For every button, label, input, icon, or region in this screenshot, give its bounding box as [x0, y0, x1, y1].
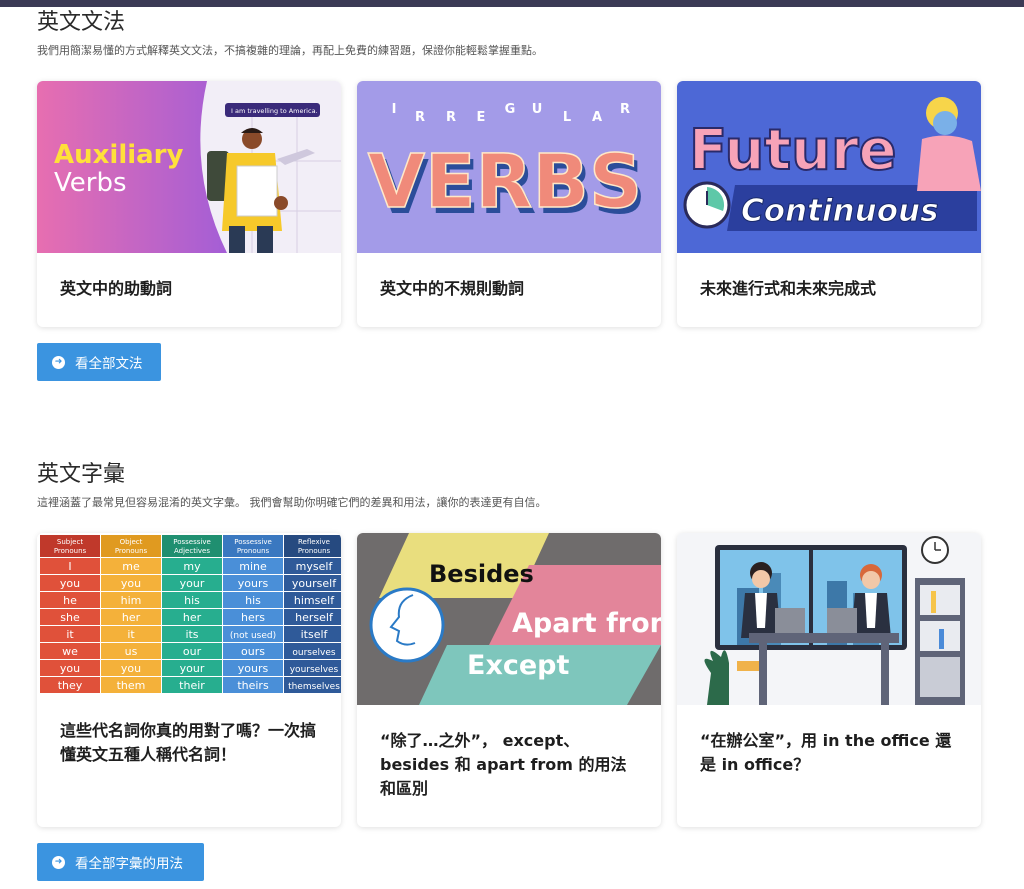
arrow-circle-right-icon: ➜ [52, 855, 65, 869]
table-header-text: Pronouns [115, 547, 148, 555]
table-cell-text: their [179, 679, 205, 692]
table-cell-text: his [184, 594, 200, 607]
table-cell-text: themselves [288, 682, 340, 692]
table-cell-text: yours [238, 577, 269, 590]
grammar-card-auxiliary-verbs[interactable]: Auxiliary Verbs I am travelling to Ameri… [37, 81, 341, 327]
view-all-vocab-button[interactable]: ➜ 看全部字彙的用法 [37, 843, 204, 881]
table-cell-text: ourselves [292, 648, 336, 658]
table-cell-text: yourselves [290, 665, 339, 675]
table-cell-text: he [63, 594, 77, 607]
table-cell-text: yours [238, 662, 269, 675]
speech-bubble: I am travelling to America. [231, 107, 318, 115]
thumb-word: VERBS [368, 139, 643, 225]
button-label: 看全部字彙的用法 [75, 856, 183, 872]
table-header-text: Possessive [173, 538, 211, 546]
letter: A [592, 110, 602, 125]
table-cell-text: yourself [292, 577, 337, 590]
table-header-text: Pronouns [54, 547, 87, 555]
section-description: 我們用簡潔易懂的方式解釋英文文法，不搞複雜的理論，再配上免費的練習題，保證你能輕… [37, 44, 543, 57]
card-title: “除了…之外”， except、besides 和 apart from 的用法… [380, 731, 627, 798]
thumb-text-line1: Auxiliary [54, 140, 184, 170]
letter: G [505, 102, 516, 117]
view-all-grammar-button[interactable]: ➜ 看全部文法 [37, 343, 161, 381]
table-cell-text: theirs [237, 679, 269, 692]
section-description: 這裡涵蓋了最常見但容易混淆的英文字彙。 我們會幫助你明確它們的差異和用法，讓你的… [37, 496, 547, 509]
table-cell-text: you [121, 577, 141, 590]
table-cell-text: herself [295, 611, 334, 624]
table-cell-text: her [183, 611, 202, 624]
table-cell-text: (not used) [230, 631, 276, 641]
table-cell-text: myself [296, 560, 334, 573]
thumb-word3: Except [467, 650, 570, 681]
top-bar [0, 0, 1024, 7]
thumb-text-line2: Continuous [741, 193, 939, 229]
thumb-text-line1: Future [689, 118, 897, 183]
arrow-circle-right-icon: ➜ [52, 355, 65, 369]
table-cell-text: me [122, 560, 140, 573]
table-cell-text: itself [301, 628, 329, 641]
card-thumbnail: Besides Apart from Except [357, 533, 661, 705]
card-thumbnail [677, 533, 981, 705]
table-cell-text: its [185, 628, 198, 641]
table-cell-text: your [180, 577, 205, 590]
vocab-card-besides-except[interactable]: Besides Apart from Except “除了…之外”， excep… [357, 533, 661, 827]
table-cell-text: our [183, 645, 202, 658]
table-cell-text: you [60, 577, 80, 590]
letter: R [446, 110, 456, 125]
table-cell-text: your [180, 662, 205, 675]
card-title: 未來進行式和未來完成式 [700, 279, 877, 298]
table-cell-text: ours [241, 645, 265, 658]
table-cell-text: us [125, 645, 138, 658]
table-header-text: Pronouns [298, 547, 331, 555]
letter: I [392, 102, 397, 117]
table-cell-text: I [68, 560, 71, 573]
table-header-text: Object [120, 538, 143, 546]
table-cell-text: it [66, 628, 74, 641]
grammar-card-future-continuous[interactable]: Future Continuous 未來進行式和未來完成式 [677, 81, 981, 327]
pronoun-table: SubjectPronounsObjectPronounsPossessiveA… [40, 535, 341, 693]
table-header-text: Subject [57, 538, 83, 546]
table-cell-text: you [121, 662, 141, 675]
button-label: 看全部文法 [75, 356, 143, 372]
table-cell-text: it [127, 628, 135, 641]
table-cell-text: him [121, 594, 142, 607]
table-cell-text: my [183, 560, 201, 573]
table-cell-text: she [60, 611, 80, 624]
table-cell-text: them [117, 679, 146, 692]
table-header-text: Pronouns [237, 547, 270, 555]
letter: L [563, 110, 571, 125]
table-header-text: Possessive [234, 538, 272, 546]
letter: R [620, 102, 630, 117]
thumb-text-line2: Verbs [54, 168, 127, 198]
section-title: 英文字彙 [37, 462, 126, 487]
card-thumbnail: Future Continuous [677, 81, 981, 253]
card-title: 英文中的不規則動詞 [380, 279, 525, 298]
table-cell-text: his [245, 594, 261, 607]
vocab-card-pronouns[interactable]: Subject Pronouns Object Pronouns Possessive A… [37, 533, 341, 827]
card-title: 英文中的助動詞 [60, 279, 173, 298]
vocab-card-in-office[interactable]: “在辦公室”，用 in the office 還是 in office？ [677, 533, 981, 827]
letter: E [477, 110, 486, 125]
card-title: 這些代名詞你真的用對了嗎？一次搞懂英文五種人稱代名詞！ [60, 721, 317, 764]
table-cell-text: they [58, 679, 83, 692]
card-thumbnail: Subject Pronouns Object Pronouns Possessive A… [37, 533, 341, 705]
grammar-card-irregular-verbs[interactable]: I R R E G U L A R VERBS VERBS 英文中的不規則動詞 [357, 81, 661, 327]
section-title: 英文文法 [37, 10, 126, 35]
table-header-text: Reflexive [298, 538, 330, 546]
letter: R [415, 110, 425, 125]
table-cell-text: we [62, 645, 78, 658]
thumb-word2: Apart from [512, 608, 661, 639]
table-cell-text: mine [239, 560, 267, 573]
thumb-word1: Besides [429, 560, 534, 588]
table-cell-text: himself [294, 594, 335, 607]
table-header-text: Adjectives [174, 547, 210, 555]
table-cell-text: you [60, 662, 80, 675]
card-title: “在辦公室”，用 in the office 還是 in office？ [700, 731, 952, 774]
table-cell-text: her [122, 611, 141, 624]
card-thumbnail: I R R E G U L A R VERBS VERBS [357, 81, 661, 253]
letter: U [532, 102, 543, 117]
table-cell-text: hers [241, 611, 265, 624]
card-thumbnail: Auxiliary Verbs I am travelling to Ameri… [37, 81, 341, 253]
